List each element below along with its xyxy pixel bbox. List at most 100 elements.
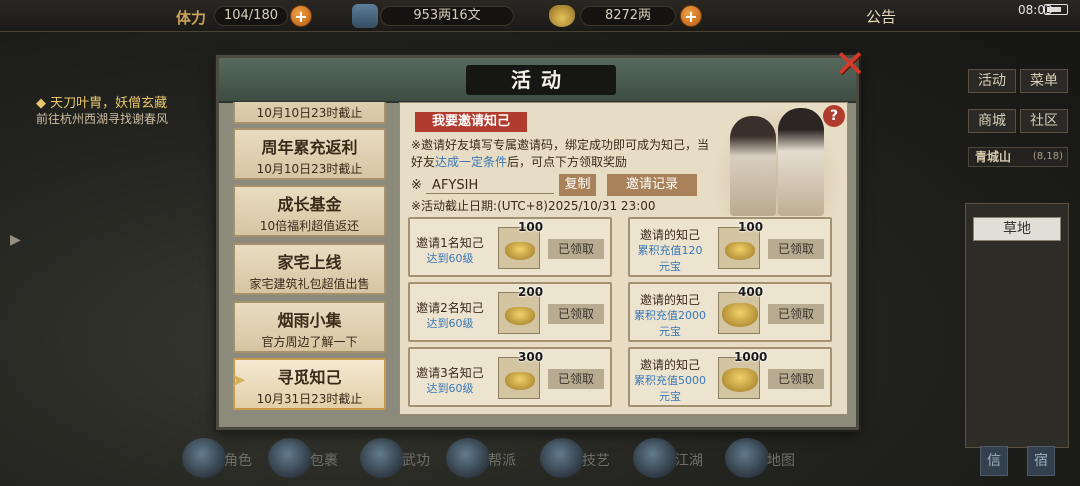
menu-item-anniversary-recharge[interactable]: 周年累充返利 10月10日23时截止 xyxy=(233,128,386,180)
invite-intro: ※邀请好友填写专属邀请码，绑定成功即可成为知己，当好友达成一定条件后，可点下方领… xyxy=(411,137,711,171)
reward-requirement: 累积充值2000 xyxy=(634,309,706,322)
claimed-button[interactable]: 已领取 xyxy=(548,304,604,324)
copy-button[interactable]: 复制 xyxy=(559,174,596,196)
menu-item-growth-fund[interactable]: 成长基金 10倍福利超值返还 xyxy=(233,185,386,237)
menu-item-subtitle: 家宅建筑礼包超值出售 xyxy=(249,277,370,291)
reward-condition: 邀请的知己 xyxy=(639,358,700,372)
menu-item-subtitle: 官方周边了解一下 xyxy=(261,335,358,349)
silver-pouch-icon xyxy=(352,4,378,28)
selected-arrow-icon: ➤ xyxy=(231,370,247,391)
reward-card: 邀请的知己 累积充值120 元宝 100 已领取 xyxy=(628,217,832,277)
activity-menu-list[interactable]: 10月10日23时截止 周年累充返利 10月10日23时截止 成长基金 10倍福… xyxy=(225,102,390,412)
menu-item-title: 成长基金 xyxy=(277,195,342,214)
close-x-icon[interactable]: ✕ xyxy=(832,45,868,83)
bottom-nav-jianghu[interactable]: 江湖 xyxy=(633,438,717,478)
dialog-title: 活动 xyxy=(466,65,616,95)
reward-condition: 邀请的知己 xyxy=(639,228,700,242)
taiji-icon xyxy=(446,438,490,478)
ingot-value: 8272两 xyxy=(580,6,676,26)
reward-condition: 邀请的知己 xyxy=(639,293,700,307)
reward-condition: 邀请1名知己 xyxy=(416,236,484,250)
claimed-button[interactable]: 已领取 xyxy=(548,369,604,389)
map-icon xyxy=(725,438,769,478)
menu-item-find-friend[interactable]: 寻觅知己 10月31日23时截止 xyxy=(233,358,386,410)
menu-item-subtitle: 10月31日23时截止 xyxy=(256,392,363,406)
menu-item-subtitle: 10月10日23时截止 xyxy=(256,106,363,120)
bottom-nav-map[interactable]: 地图 xyxy=(725,438,809,478)
bottom-nav-label: 技艺 xyxy=(582,453,610,469)
gold-ingot-icon xyxy=(505,307,535,325)
teapot-icon xyxy=(540,438,584,478)
menu-item-subtitle: 10月10日23时截止 xyxy=(256,162,363,176)
reward-qty: 200 xyxy=(518,285,544,299)
community-button[interactable]: 社区 xyxy=(1020,109,1068,133)
bottom-nav-martial[interactable]: 武功 xyxy=(360,438,444,478)
add-ingot-button[interactable]: + xyxy=(680,5,702,27)
reward-qty: 400 xyxy=(738,285,764,299)
reward-qty: 1000 xyxy=(734,350,768,364)
claimed-button[interactable]: 已领取 xyxy=(768,239,824,259)
shop-button[interactable]: 商城 xyxy=(968,109,1016,133)
bag-icon xyxy=(268,438,312,478)
gold-ingot-icon xyxy=(725,242,755,260)
bottom-nav-label: 帮派 xyxy=(488,453,516,469)
reward-requirement-unit: 元宝 xyxy=(659,390,681,403)
reward-card: 邀请1名知己 达到60级 100 已领取 xyxy=(408,217,612,277)
scroll-icon xyxy=(633,438,677,478)
character-figure-1 xyxy=(730,116,776,216)
bottom-nav-label: 地图 xyxy=(767,453,795,469)
reward-card: 邀请3名知己 达到60级 300 已领取 xyxy=(408,347,612,407)
gold-ingot-icon xyxy=(505,372,535,390)
location-coords: (8,18) xyxy=(1032,151,1063,162)
add-stamina-button[interactable]: + xyxy=(290,5,312,27)
notice-button[interactable]: 公告 xyxy=(866,6,896,27)
invite-record-button[interactable]: 邀请记录 xyxy=(607,174,697,196)
invite-code[interactable]: AFYSIH xyxy=(432,178,478,193)
quest-description[interactable]: 前往杭州西湖寻找谢春风 xyxy=(36,111,196,127)
reward-condition: 邀请3名知己 xyxy=(416,366,484,380)
location-name: 青城山 xyxy=(975,150,1012,164)
code-prefix: ※ xyxy=(411,178,422,193)
bottom-nav-label: 角色 xyxy=(224,453,252,469)
claimed-button[interactable]: 已领取 xyxy=(548,239,604,259)
corner-button[interactable]: 宿 xyxy=(1027,446,1055,476)
invite-code-row: ※ AFYSIH xyxy=(411,178,478,193)
intro-highlight: 达成一定条件 xyxy=(435,155,508,169)
expand-arrow-icon[interactable]: ▶ xyxy=(10,232,26,252)
stamina-label: 体力 xyxy=(176,9,207,27)
menu-item-home[interactable]: 家宅上线 家宅建筑礼包超值出售 xyxy=(233,243,386,295)
menu-item-title: 周年累充返利 xyxy=(261,138,358,157)
reward-requirement-unit: 元宝 xyxy=(659,260,681,273)
reward-requirement: 达到60级 xyxy=(426,317,474,330)
reward-requirement-unit: 元宝 xyxy=(659,325,681,338)
bottom-nav-role[interactable]: 角色 xyxy=(182,438,266,478)
gold-ingot-icon xyxy=(505,242,535,260)
mail-button[interactable]: 信 xyxy=(980,446,1008,476)
claimed-button[interactable]: 已领取 xyxy=(768,369,824,389)
bottom-nav-guild[interactable]: 帮派 xyxy=(446,438,530,478)
menu-item-market[interactable]: 烟雨小集 官方周边了解一下 xyxy=(233,301,386,353)
menu-item-subtitle: 10倍福利超值返还 xyxy=(259,219,360,233)
reward-card: 邀请的知己 累积充值5000 元宝 1000 已领取 xyxy=(628,347,832,407)
reward-requirement: 达到60级 xyxy=(426,252,474,265)
bottom-nav-label: 武功 xyxy=(402,453,430,469)
silver-value: 953两16文 xyxy=(380,6,514,26)
help-icon[interactable]: ? xyxy=(823,105,845,127)
reward-requirement: 达到60级 xyxy=(426,382,474,395)
reward-qty: 100 xyxy=(518,220,544,234)
section-tag: 我要邀请知己 xyxy=(415,112,527,132)
reward-requirement: 累积充值120 xyxy=(637,244,703,257)
role-icon xyxy=(182,438,226,478)
menu-item-title: 家宅上线 xyxy=(277,253,342,272)
quest-title[interactable]: ◆ 天刀叶胄，妖僧玄藏 xyxy=(36,92,167,111)
gold-ingot-pile-icon xyxy=(722,303,758,327)
menu-button[interactable]: 菜单 xyxy=(1020,69,1068,93)
reward-condition: 邀请2名知己 xyxy=(416,301,484,315)
gold-ingot-pile-icon xyxy=(722,368,758,392)
activity-button[interactable]: 活动 xyxy=(968,69,1016,93)
menu-item-anniversary-prev[interactable]: 10月10日23时截止 xyxy=(233,102,386,124)
bottom-nav-bag[interactable]: 包裹 xyxy=(268,438,352,478)
claimed-button[interactable]: 已领取 xyxy=(768,304,824,324)
location-bar: 青城山 (8,18) xyxy=(968,147,1068,167)
bottom-nav-craft[interactable]: 技艺 xyxy=(540,438,624,478)
